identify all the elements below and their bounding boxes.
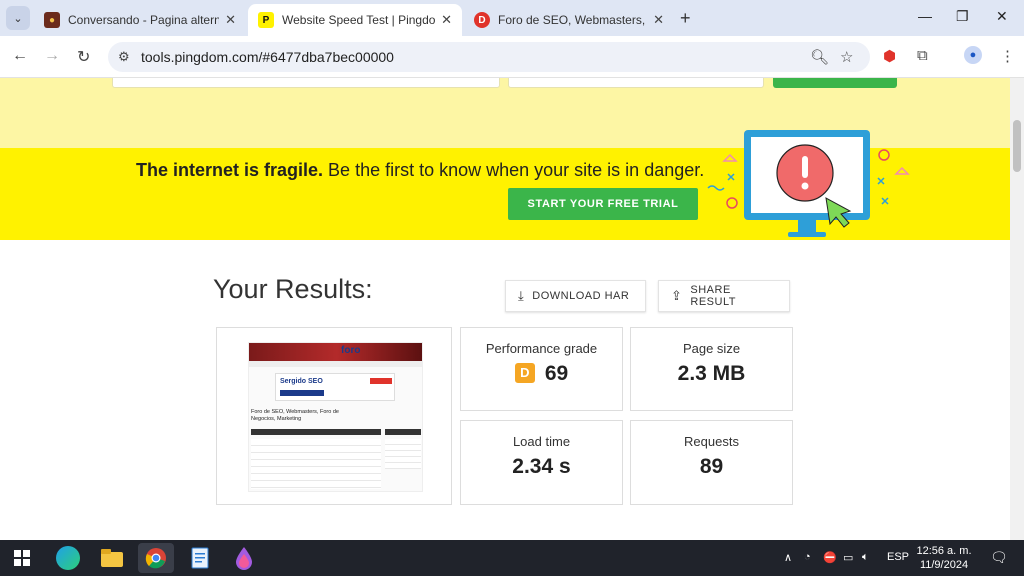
page-content: The internet is fragile. Be the first to… <box>0 78 1010 540</box>
share-result-button[interactable]: ⇪ SHARE RESULT <box>658 280 790 312</box>
show-hidden-icons-icon[interactable]: ∧ <box>784 551 792 564</box>
url-input-field[interactable] <box>112 78 500 88</box>
exclamation-dot <box>801 182 809 190</box>
location-select[interactable] <box>508 78 764 88</box>
system-clock[interactable]: 12:56 a. m. 11/9/2024 <box>908 544 980 572</box>
thumb-nav <box>249 361 422 367</box>
performance-grade-label: Performance grade <box>485 341 598 356</box>
paint-drop-icon[interactable] <box>232 546 256 570</box>
tab-conversando[interactable]: ● Conversando - Pagina alternativa ✕ <box>34 4 246 36</box>
grade-score: 69 <box>544 362 569 385</box>
download-har-label: DOWNLOAD HAR <box>532 290 630 302</box>
tab-title: Foro de SEO, Webmasters, Foro de Negocio… <box>498 13 647 27</box>
minimize-icon[interactable]: — <box>918 8 932 24</box>
banner-bold-text: The internet is fragile. <box>136 160 324 180</box>
network-icon[interactable]: ▭ <box>843 551 853 564</box>
load-time-card: Load time 2.34 s <box>460 420 623 505</box>
share-icon: ⇪ <box>671 288 683 303</box>
zoom-icon[interactable]: 🔍︎ <box>810 48 829 66</box>
close-tab-icon[interactable]: ✕ <box>225 12 236 28</box>
restore-icon[interactable]: ❐ <box>956 8 969 25</box>
alert-monitor-illustration <box>707 130 910 237</box>
performance-grade-value: D 69 <box>461 362 622 386</box>
requests-label: Requests <box>684 434 739 449</box>
notifications-icon[interactable]: 🗨︎ <box>990 549 1008 566</box>
page-size-card: Page size 2.3 MB <box>630 327 793 411</box>
pingdom-favicon-icon: P <box>258 12 274 28</box>
page-size-value: 2.3 MB <box>677 362 746 385</box>
requests-card: Requests 89 <box>630 420 793 505</box>
tab-search-button[interactable]: ⌄ <box>6 6 30 30</box>
requests-value: 89 <box>699 455 724 478</box>
volume-icon[interactable]: 🔈︎ <box>862 551 869 564</box>
tab-title: Website Speed Test | Pingdom Tools <box>282 13 436 27</box>
banner-text: The internet is fragile. Be the first to… <box>136 160 704 181</box>
address-bar[interactable]: ⚙ tools.pingdom.com/#6477dba7bec00000 🔍︎… <box>108 42 870 72</box>
site-info-icon[interactable]: ⚙ <box>118 49 130 65</box>
thumb-sidebar-header <box>385 429 421 435</box>
new-tab-button[interactable]: + <box>680 8 691 29</box>
close-window-icon[interactable]: ✕ <box>996 8 1008 25</box>
download-icon: ⤓ <box>518 288 525 303</box>
profile-avatar-icon[interactable]: ● <box>964 46 982 64</box>
tray-network-status-icon[interactable]: ⛔ <box>823 551 837 564</box>
share-result-label: SHARE RESULT <box>690 284 736 308</box>
page-size-label: Page size <box>682 341 741 356</box>
tab-strip: ⌄ ● Conversando - Pagina alternativa ✕ P… <box>0 0 1024 36</box>
conversando-favicon-icon: ● <box>44 12 60 28</box>
thumb-sidebar-rows <box>385 439 421 469</box>
site-screenshot-card: foro Sergido SEO Foro de SEO, Webmasters… <box>216 327 452 505</box>
site-screenshot-thumbnail: foro Sergido SEO Foro de SEO, Webmasters… <box>248 342 423 492</box>
thumb-ad-banner: Sergido SEO <box>275 373 395 401</box>
clock-date: 11/9/2024 <box>919 559 969 571</box>
url-text[interactable]: tools.pingdom.com/#6477dba7bec00000 <box>141 49 394 65</box>
thumb-ad-red <box>370 378 392 384</box>
download-har-button[interactable]: ⤓ DOWNLOAD HAR <box>505 280 646 312</box>
load-time-label: Load time <box>512 434 571 449</box>
forward-icon[interactable]: → <box>44 47 60 65</box>
load-time-value: 2.34 s <box>512 455 571 478</box>
back-icon[interactable]: ← <box>12 47 28 65</box>
page-scrollbar[interactable] <box>1010 78 1024 540</box>
tray-app-icon[interactable]: ◔ <box>804 551 811 563</box>
tab-foro-seo[interactable]: D Foro de SEO, Webmasters, Foro de Negoc… <box>464 4 674 36</box>
thumb-heading: Foro de SEO, Webmasters, Foro de Negocio… <box>251 409 339 422</box>
clock-time: 12:56 a. m. <box>916 545 972 557</box>
chrome-icon[interactable] <box>138 543 174 573</box>
extension-shield-icon[interactable]: ⬢ <box>883 47 896 65</box>
foro-favicon-icon: D <box>474 12 490 28</box>
tab-pingdom[interactable]: P Website Speed Test | Pingdom Tools ✕ <box>248 4 462 36</box>
monitor-stand <box>788 232 826 237</box>
thumb-logo: foro <box>341 345 361 356</box>
thumb-table-rows <box>251 439 381 489</box>
windows-taskbar: ∧ ◔ ⛔ ▭ 🔈︎ ESP 12:56 a. m. 11/9/2024 🗨︎ <box>0 540 1024 576</box>
start-test-button[interactable] <box>773 78 897 88</box>
results-title: Your Results: <box>213 274 373 304</box>
edge-browser-icon[interactable] <box>56 546 80 570</box>
banner-body-text: Be the first to know when your site is i… <box>323 160 705 180</box>
notepad-icon[interactable] <box>188 546 212 570</box>
bookmark-star-icon[interactable]: ☆ <box>840 48 853 66</box>
browser-toolbar: ← → ↻ ⚙ tools.pingdom.com/#6477dba7bec00… <box>0 36 1024 78</box>
monitor-neck <box>798 220 816 234</box>
windows-start-icon[interactable] <box>10 546 34 570</box>
close-tab-icon[interactable]: ✕ <box>441 12 452 28</box>
thumb-ad-bar <box>280 390 324 396</box>
thumb-ad-brand: Sergido SEO <box>280 378 323 385</box>
thumb-header <box>249 343 422 361</box>
menu-kebab-icon[interactable]: ⋮ <box>1000 47 1015 65</box>
close-tab-icon[interactable]: ✕ <box>653 12 664 28</box>
thumb-table-header <box>251 429 381 435</box>
scrollbar-thumb[interactable] <box>1013 120 1021 172</box>
tab-title: Conversando - Pagina alternativa <box>68 13 220 27</box>
reload-icon[interactable]: ↻ <box>77 47 90 67</box>
start-free-trial-button[interactable]: START YOUR FREE TRIAL <box>508 188 698 220</box>
performance-grade-card: Performance grade D 69 <box>460 327 623 411</box>
file-explorer-icon[interactable] <box>100 546 124 570</box>
language-indicator[interactable]: ESP <box>887 551 909 563</box>
extensions-puzzle-icon[interactable]: ⧉ <box>917 47 928 64</box>
grade-letter-badge: D <box>514 363 535 383</box>
exclamation-bar <box>802 156 808 178</box>
